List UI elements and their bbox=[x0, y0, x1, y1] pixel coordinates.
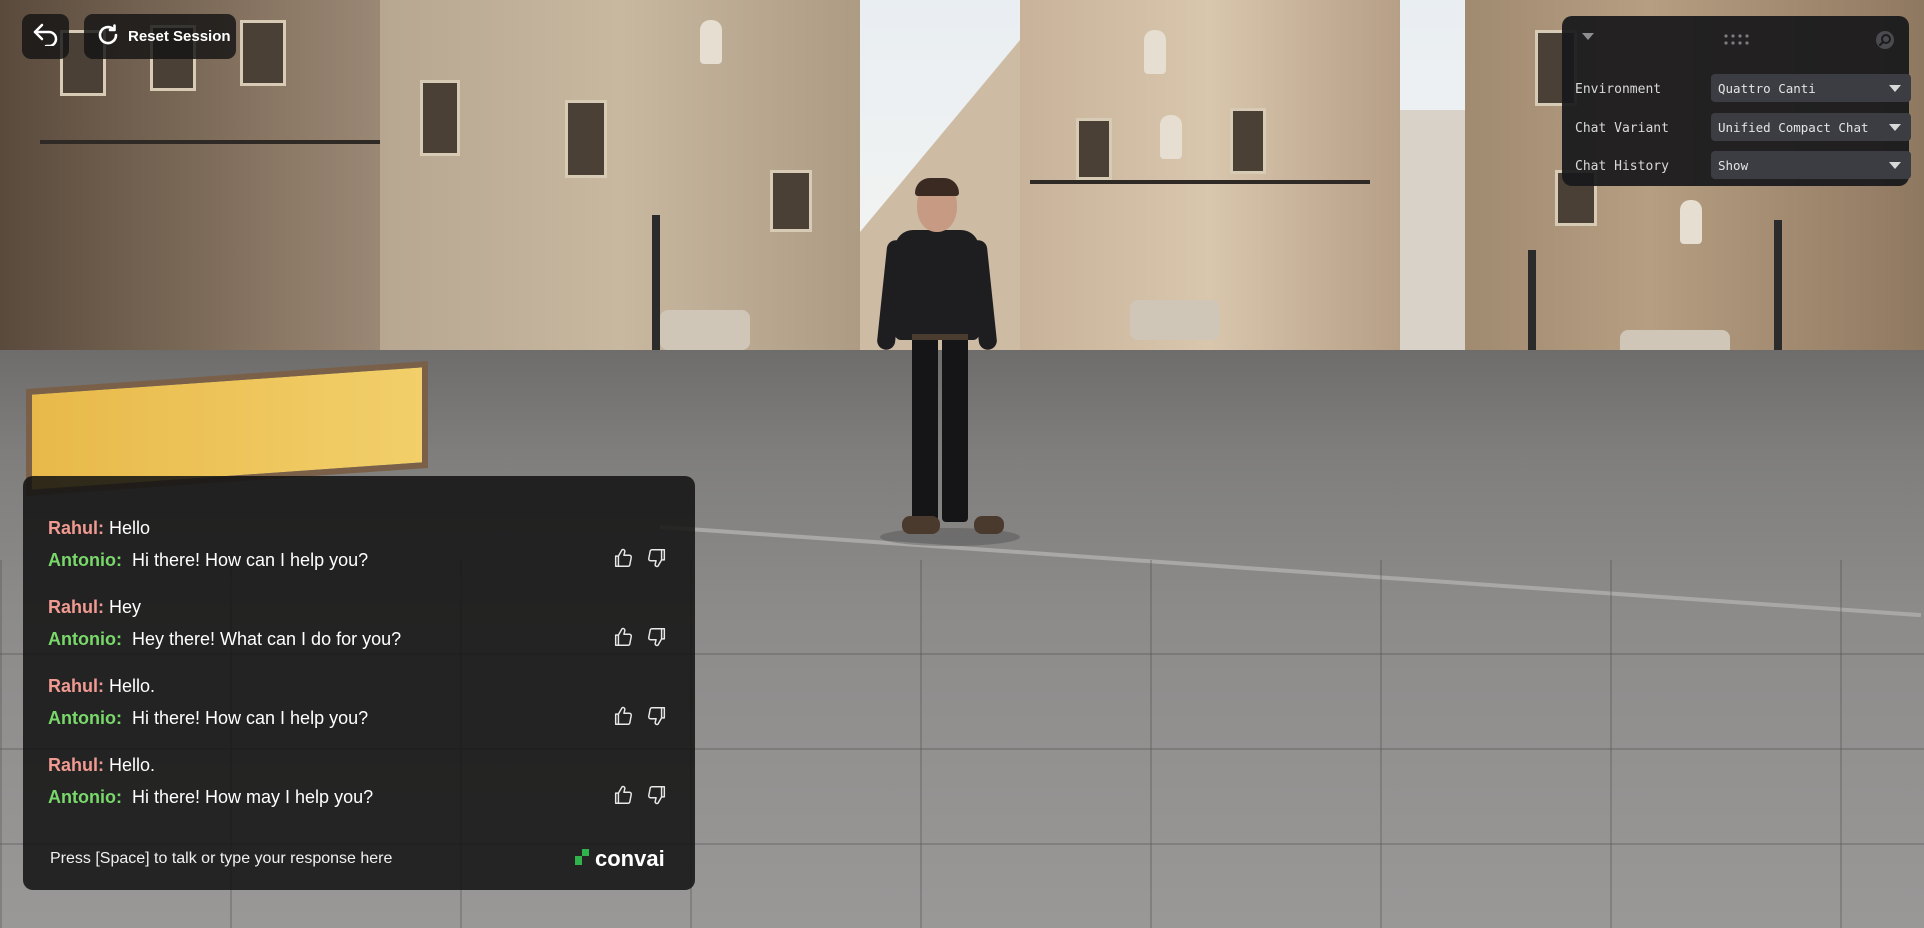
message-text: Hello bbox=[109, 518, 151, 538]
speaker-name-user: Rahul: bbox=[48, 755, 104, 775]
reset-session-button[interactable]: Reset Session bbox=[84, 14, 236, 59]
back-button[interactable] bbox=[22, 14, 69, 59]
thumbs-up-icon[interactable] bbox=[612, 626, 636, 650]
convai-mark-icon bbox=[575, 846, 591, 872]
thumbs-up-icon[interactable] bbox=[612, 784, 636, 808]
message-text: Hello. bbox=[109, 676, 156, 696]
select-value: Quattro Canti bbox=[1718, 81, 1816, 96]
chat-message-user: Rahul: Hello bbox=[48, 518, 150, 539]
speaker-name-bot: Antonio: bbox=[48, 787, 122, 807]
chevron-down-icon bbox=[1889, 85, 1901, 92]
thumbs-up-icon[interactable] bbox=[612, 547, 636, 571]
avatar-leg bbox=[942, 336, 968, 522]
window bbox=[1230, 108, 1266, 174]
chat-variant-select[interactable]: Unified Compact Chat bbox=[1711, 113, 1911, 141]
message-text: Hey there! What can I do for you? bbox=[131, 629, 402, 649]
drag-handle-icon[interactable] bbox=[1724, 34, 1750, 50]
setting-label: Chat History bbox=[1575, 159, 1669, 174]
chat-message-bot: Antonio: Hi there! How may I help you? bbox=[48, 787, 373, 808]
setting-row-environment: Environment Quattro Canti bbox=[1575, 74, 1911, 104]
settings-panel: Environment Quattro Canti Chat Variant U… bbox=[1562, 16, 1911, 186]
chat-message-user: Rahul: Hey bbox=[48, 597, 141, 618]
window bbox=[420, 80, 460, 156]
speaker-name-user: Rahul: bbox=[48, 597, 104, 617]
window bbox=[770, 170, 812, 232]
statue bbox=[1680, 200, 1702, 244]
setting-row-chat-history: Chat History Show bbox=[1575, 151, 1911, 181]
building-distant bbox=[1390, 110, 1475, 350]
avatar-hair bbox=[915, 178, 959, 196]
settings-panel-header[interactable] bbox=[1562, 16, 1909, 52]
window bbox=[565, 100, 607, 178]
brand-name: convai bbox=[595, 846, 665, 871]
speaker-name-bot: Antonio: bbox=[48, 550, 122, 570]
window bbox=[240, 20, 286, 86]
thumbs-down-icon[interactable] bbox=[646, 626, 670, 650]
chat-message-user: Rahul: Hello. bbox=[48, 676, 155, 697]
chat-message-bot: Antonio: Hi there! How can I help you? bbox=[48, 550, 368, 571]
chat-message-bot: Antonio: Hey there! What can I do for yo… bbox=[48, 629, 401, 650]
statue bbox=[1160, 115, 1182, 159]
thumbs-down-icon[interactable] bbox=[646, 547, 670, 571]
setting-label: Chat Variant bbox=[1575, 121, 1669, 136]
avatar-shoe bbox=[974, 516, 1004, 534]
setting-label: Environment bbox=[1575, 82, 1662, 97]
chevron-down-icon bbox=[1889, 162, 1901, 169]
avatar-leg bbox=[912, 336, 938, 522]
thumbs-up-icon[interactable] bbox=[612, 705, 636, 729]
message-text: Hi there! How can I help you? bbox=[131, 550, 369, 570]
collapse-chevron-icon[interactable] bbox=[1582, 30, 1594, 45]
speaker-name-bot: Antonio: bbox=[48, 708, 122, 728]
thumbs-down-icon[interactable] bbox=[646, 705, 670, 729]
message-text: Hello. bbox=[109, 755, 156, 775]
convai-logo: convai bbox=[575, 846, 665, 872]
message-text: Hi there! How can I help you? bbox=[131, 708, 369, 728]
select-value: Unified Compact Chat bbox=[1718, 120, 1869, 135]
environment-select[interactable]: Quattro Canti bbox=[1711, 74, 1911, 102]
fountain bbox=[660, 310, 750, 350]
speaker-name-bot: Antonio: bbox=[48, 629, 122, 649]
window bbox=[1076, 118, 1112, 180]
chat-panel: Rahul: Hello Antonio: Hi there! How can … bbox=[23, 476, 695, 890]
speaker-name-user: Rahul: bbox=[48, 676, 104, 696]
chat-history-select[interactable]: Show bbox=[1711, 151, 1911, 179]
avatar-belt bbox=[912, 334, 968, 340]
reset-session-label: Reset Session bbox=[128, 28, 231, 45]
chat-message-user: Rahul: Hello. bbox=[48, 755, 155, 776]
speaker-name-user: Rahul: bbox=[48, 518, 104, 538]
balcony bbox=[40, 140, 380, 144]
message-text: Hey bbox=[109, 597, 142, 617]
chat-input-prompt[interactable]: Press [Space] to talk or type your respo… bbox=[50, 850, 392, 868]
fountain bbox=[1130, 300, 1220, 340]
balcony bbox=[1030, 180, 1370, 184]
statue bbox=[1144, 30, 1166, 74]
statue bbox=[700, 20, 722, 64]
refresh-icon bbox=[96, 23, 120, 51]
setting-row-chat-variant: Chat Variant Unified Compact Chat bbox=[1575, 113, 1911, 143]
back-arrow-icon bbox=[32, 22, 60, 51]
select-value: Show bbox=[1718, 158, 1749, 173]
search-icon[interactable] bbox=[1875, 30, 1895, 54]
chevron-down-icon bbox=[1889, 124, 1901, 131]
thumbs-down-icon[interactable] bbox=[646, 784, 670, 808]
avatar-torso bbox=[895, 230, 979, 340]
chat-message-bot: Antonio: Hi there! How can I help you? bbox=[48, 708, 368, 729]
message-text: Hi there! How may I help you? bbox=[131, 787, 374, 807]
avatar-shoe bbox=[902, 516, 940, 534]
